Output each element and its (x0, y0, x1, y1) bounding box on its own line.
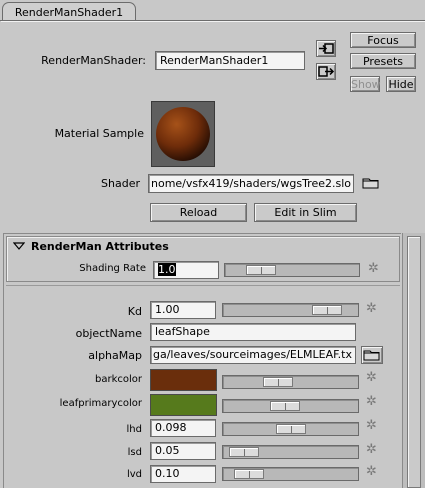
map-button-icon[interactable]: ✲ (368, 262, 379, 276)
lsd-field[interactable]: 0.05 (150, 442, 216, 460)
input-connection-icon (319, 43, 334, 54)
hide-button[interactable]: Hide (386, 76, 416, 92)
focus-button[interactable]: Focus (350, 32, 416, 48)
kd-label: Kd (127, 305, 142, 318)
shading-rate-slider[interactable] (224, 263, 360, 277)
folder-icon (363, 350, 380, 361)
lvd-field[interactable]: 0.10 (150, 465, 216, 483)
lvd-label: lvd (126, 469, 142, 480)
map-button-icon[interactable]: ✲ (366, 443, 377, 457)
leafprimarycolor-slider[interactable] (222, 399, 359, 413)
slider-handle[interactable] (246, 265, 276, 275)
alpha-map-browse-button[interactable] (361, 346, 383, 364)
shader-label: Shader (101, 177, 140, 190)
folder-icon (362, 178, 379, 189)
show-button[interactable]: Show (350, 76, 381, 92)
slider-handle[interactable] (312, 305, 342, 315)
shader-path-field[interactable]: nome/vsfx419/shaders/wgsTree2.slo (148, 174, 354, 193)
scrollbar-thumb[interactable] (407, 236, 421, 488)
lhd-field[interactable]: 0.098 (150, 419, 216, 437)
barkcolor-slider[interactable] (222, 375, 359, 389)
object-name-label: objectName (75, 327, 142, 340)
tab-divider-highlight (1, 21, 425, 22)
input-connection-button[interactable] (316, 40, 336, 57)
node-name-field[interactable]: RenderManShader1 (155, 51, 305, 70)
slider-handle[interactable] (270, 401, 300, 411)
barkcolor-label: barkcolor (94, 374, 142, 385)
leafprimarycolor-swatch[interactable] (150, 394, 217, 416)
collapse-arrow-icon[interactable] (12, 241, 26, 252)
reload-button[interactable]: Reload (150, 203, 247, 222)
tab-rendermanshader1[interactable]: RenderManShader1 (2, 2, 136, 22)
section-separator (6, 285, 400, 286)
material-sample-swatch (151, 101, 215, 167)
slider-handle[interactable] (234, 469, 264, 479)
alpha-map-field[interactable]: ga/leaves/sourceimages/ELMLEAF.tx (150, 346, 356, 364)
lsd-label: lsd (127, 447, 142, 458)
slider-handle[interactable] (229, 447, 259, 457)
lhd-label: lhd (126, 424, 142, 435)
alpha-map-label: alphaMap (88, 349, 142, 362)
map-button-icon[interactable]: ✲ (366, 419, 377, 433)
barkcolor-swatch[interactable] (150, 369, 217, 391)
shading-rate-value: 1.0 (158, 263, 176, 276)
lsd-slider[interactable] (222, 445, 359, 459)
shader-browse-button[interactable] (361, 174, 381, 191)
kd-slider[interactable] (222, 303, 359, 317)
leafprimarycolor-label: leafprimarycolor (59, 398, 142, 409)
lvd-slider[interactable] (222, 467, 359, 481)
section-title[interactable]: RenderMan Attributes (31, 240, 169, 253)
map-button-icon[interactable]: ✲ (366, 371, 377, 385)
map-button-icon[interactable]: ✲ (366, 465, 377, 479)
slider-handle[interactable] (276, 424, 306, 434)
object-name-field[interactable]: leafShape (150, 323, 356, 341)
node-type-label: RenderManShader: (41, 54, 146, 67)
shading-rate-label: Shading Rate (79, 263, 146, 274)
material-sphere-icon (156, 107, 210, 161)
map-button-icon[interactable]: ✲ (366, 302, 377, 316)
map-button-icon[interactable]: ✲ (366, 395, 377, 409)
slider-handle[interactable] (263, 377, 293, 387)
lhd-slider[interactable] (222, 422, 359, 436)
kd-field[interactable]: 1.00 (150, 301, 216, 319)
shading-rate-field[interactable]: 1.0 (153, 261, 219, 279)
presets-button[interactable]: Presets (350, 53, 416, 69)
output-connection-button[interactable] (316, 63, 336, 80)
output-connection-icon (318, 66, 335, 77)
edit-in-slim-button[interactable]: Edit in Slim (254, 203, 357, 222)
material-sample-label: Material Sample (54, 127, 144, 140)
